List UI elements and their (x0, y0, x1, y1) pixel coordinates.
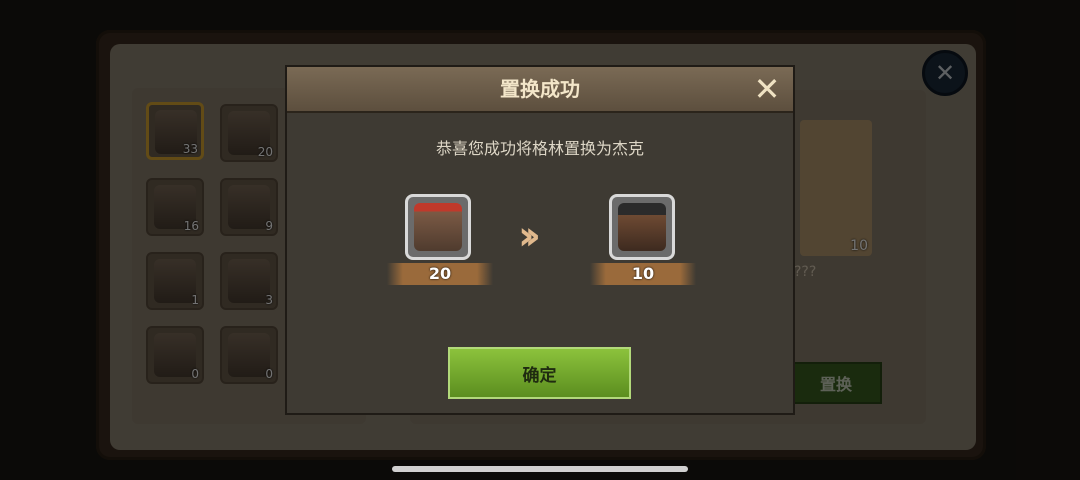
confirm-button[interactable]: 确定 (448, 347, 631, 399)
close-icon[interactable]: ✕ (751, 73, 783, 105)
home-indicator[interactable] (392, 466, 688, 472)
to-character-portrait (609, 194, 675, 260)
dialog-title: 置换成功 (500, 77, 580, 101)
dialog-header: 置换成功 ✕ (287, 67, 793, 113)
to-count: 10 (631, 264, 655, 283)
from-count-ribbon: 20 (387, 263, 493, 285)
from-character-portrait (405, 194, 471, 260)
character-face (414, 203, 462, 251)
dialog-message: 恭喜您成功将格林置换为杰克 (435, 139, 644, 158)
to-count-ribbon: 10 (590, 263, 696, 285)
character-face (618, 203, 666, 251)
double-chevron-right-icon: ›› (518, 213, 541, 259)
from-count: 20 (428, 264, 452, 283)
